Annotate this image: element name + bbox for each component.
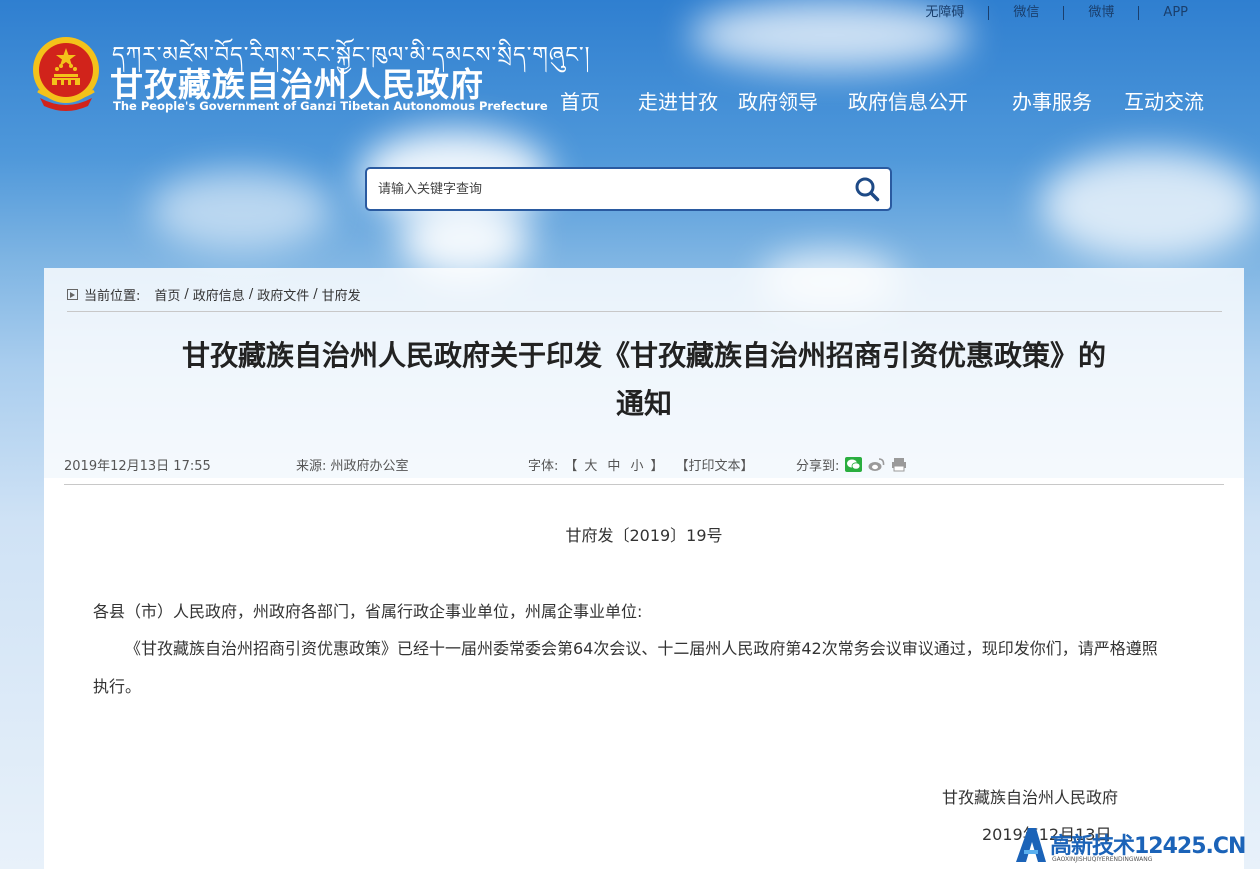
nav-home[interactable]: 首页 [560, 86, 600, 115]
font-large-button[interactable]: 大 [584, 455, 597, 474]
search-icon [855, 177, 880, 202]
font-size-controls: 字体: 【 大 中 小 】 【打印文本】 [528, 455, 753, 474]
main-nav: 首页 走进甘孜 政府领导 政府信息公开 办事服务 互动交流 [545, 86, 1204, 115]
content-panel: 当前位置: 首页 / 政府信息 / 政府文件 / 甘府发 甘孜藏族自治州人民政府… [44, 268, 1244, 869]
nav-about-ganzi[interactable]: 走进甘孜 [638, 86, 718, 115]
breadcrumb-gov-info[interactable]: 政府信息 [193, 285, 245, 304]
top-links: 无障碍 微信 微博 APP [925, 6, 1212, 20]
divider [67, 311, 1222, 312]
share-label: 分享到: [796, 459, 840, 474]
print-share-icon[interactable] [891, 457, 907, 472]
nav-info-disclosure[interactable]: 政府信息公开 [848, 86, 968, 115]
weibo-link[interactable]: 微博 [1063, 6, 1138, 20]
search-button[interactable] [844, 169, 890, 209]
nav-interaction[interactable]: 互动交流 [1124, 86, 1204, 115]
breadcrumb-label: 当前位置: [84, 289, 141, 304]
location-arrow-icon [67, 289, 78, 300]
addressee: 各县（市）人民政府，州政府各部门，省属行政企事业单位，州属企事业单位: [93, 602, 643, 621]
nav-leaders[interactable]: 政府领导 [738, 86, 818, 115]
breadcrumb-separator: / [248, 287, 254, 302]
wechat-share-icon[interactable] [845, 457, 863, 472]
font-medium-button[interactable]: 中 [607, 455, 620, 474]
breadcrumb-separator: / [184, 287, 189, 302]
breadcrumb-separator: / [313, 287, 318, 302]
article-title: 甘孜藏族自治州人民政府关于印发《甘孜藏族自治州招商引资优惠政策》的 通知 [84, 332, 1204, 428]
weibo-share-icon[interactable] [868, 457, 885, 472]
font-size-label: 字体: [528, 459, 559, 474]
search-box [365, 167, 892, 211]
body-paragraph: 《甘孜藏族自治州招商引资优惠政策》已经十一届州委常委会第64次会议、十二届州人民… [93, 639, 1158, 696]
wechat-link[interactable]: 微信 [988, 6, 1063, 20]
bracket-open: 【 [564, 459, 578, 474]
nav-services[interactable]: 办事服务 [1012, 86, 1092, 115]
cloud [150, 170, 330, 250]
accessibility-link[interactable]: 无障碍 [925, 6, 988, 20]
article-title-line1: 甘孜藏族自治州人民政府关于印发《甘孜藏族自治州招商引资优惠政策》的 [181, 339, 1106, 372]
watermark-logo-icon [1016, 828, 1046, 862]
watermark: 高新技术12425.CN GAOXINJISHUQIYERENDINGWANG [1012, 826, 1260, 869]
cloud [1040, 150, 1260, 260]
breadcrumb-home[interactable]: 首页 [154, 285, 180, 304]
print-button[interactable]: 【打印文本】 [675, 455, 753, 474]
document-number: 甘府发〔2019〕19号 [565, 526, 723, 545]
breadcrumb-ganfufa[interactable]: 甘府发 [322, 285, 361, 304]
app-link[interactable]: APP [1138, 6, 1212, 20]
bracket-close: 】 [650, 459, 664, 474]
watermark-subtext: GAOXINJISHUQIYERENDINGWANG [1052, 856, 1153, 863]
search-input[interactable] [367, 169, 844, 209]
article-title-line2: 通知 [615, 387, 672, 420]
font-small-button[interactable]: 小 [630, 455, 643, 474]
breadcrumb-gov-docs[interactable]: 政府文件 [257, 285, 309, 304]
site-subtitle: The People's Government of Ganzi Tibetan… [113, 99, 548, 113]
signature: 甘孜藏族自治州人民政府 [942, 788, 1119, 807]
national-emblem-icon [33, 37, 99, 111]
breadcrumb: 当前位置: 首页 / 政府信息 / 政府文件 / 甘府发 [67, 285, 361, 304]
divider [64, 484, 1224, 485]
article-source: 来源: 州政府办公室 [296, 459, 409, 474]
share-bar: 分享到: [796, 455, 907, 474]
publish-date: 2019年12月13日 17:55 [64, 459, 211, 474]
